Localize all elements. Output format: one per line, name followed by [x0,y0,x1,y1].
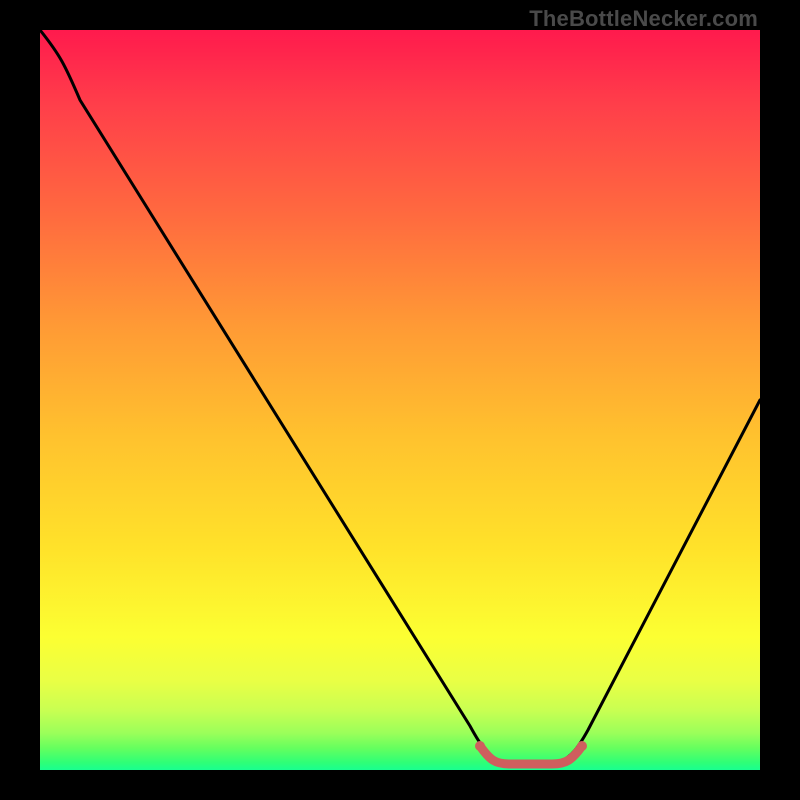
watermark-text: TheBottleNecker.com [529,6,758,32]
optimal-segment-path [480,746,582,764]
bottleneck-curve-path [40,30,760,762]
optimal-segment-right-dot-icon [577,741,587,751]
chart-frame: TheBottleNecker.com [0,0,800,800]
optimal-segment-left-dot-icon [475,741,485,751]
plot-area [40,30,760,770]
curve-svg [40,30,760,770]
